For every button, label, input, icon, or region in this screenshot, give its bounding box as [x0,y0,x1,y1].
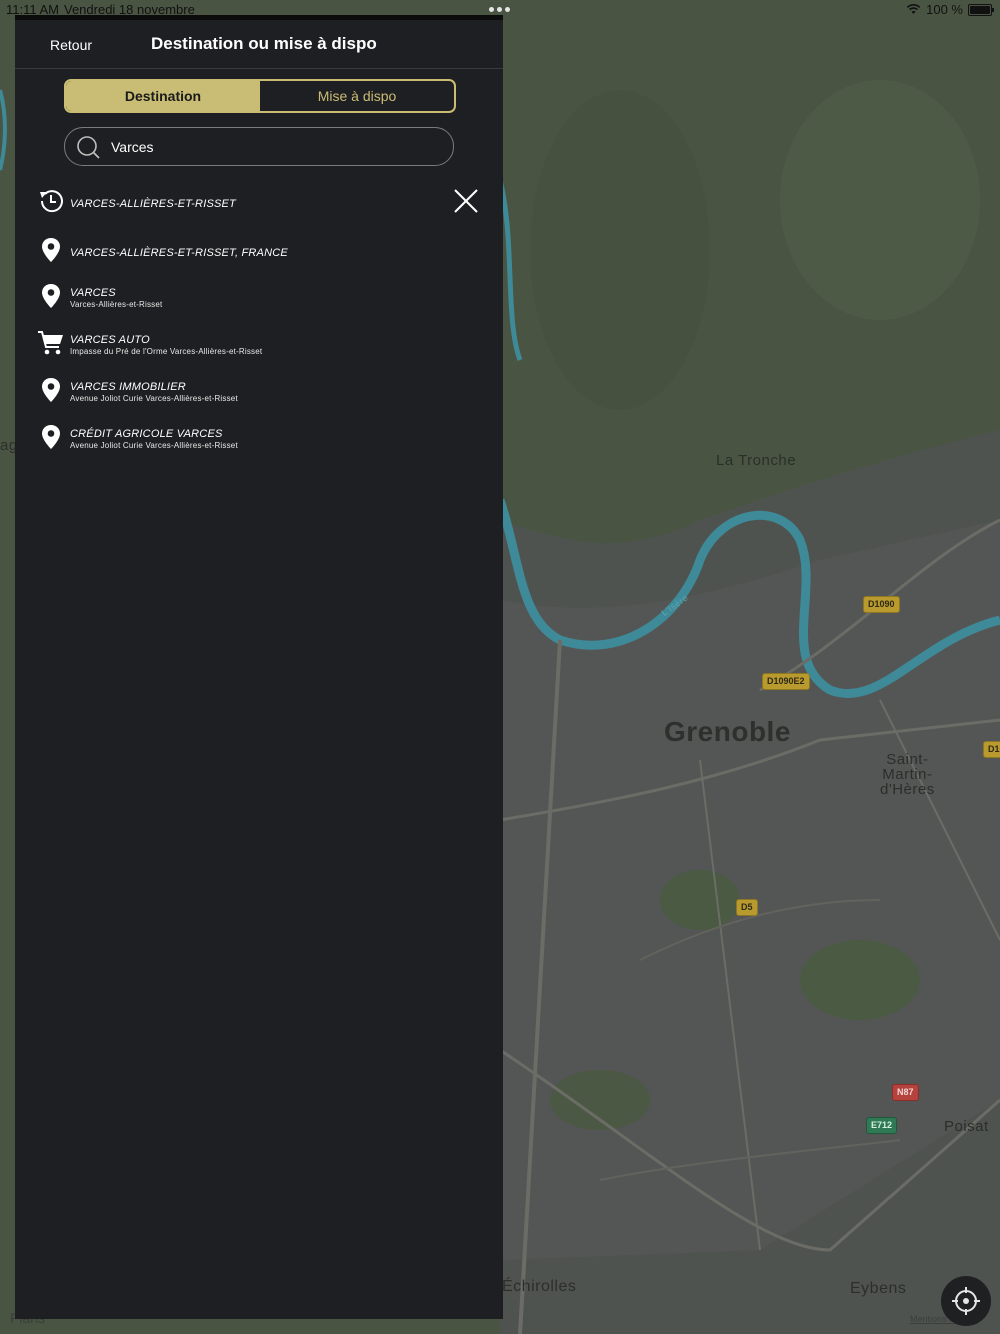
history-icon [40,190,63,213]
result-item[interactable]: CRÉDIT AGRICOLE VARCES Avenue Joliot Cur… [15,419,503,463]
search-box [64,127,454,166]
location-pin-icon [42,425,60,449]
search-input[interactable] [109,134,443,160]
result-title: VARCES AUTO [70,334,150,346]
panel-header: Retour Destination ou mise à dispo [15,20,503,69]
map-label-grenoble: Grenoble [664,716,791,747]
battery-percent: 100 % [926,2,963,17]
location-pin-icon [42,284,60,308]
location-pin-icon [42,238,60,262]
crosshair-icon [952,1287,980,1315]
result-title: VARCES-ALLIÈRES-ET-RISSET [70,198,236,210]
mode-segmented-control: Destination Mise à dispo [64,79,456,113]
locate-me-button[interactable] [941,1276,991,1326]
location-pin-icon [42,378,60,402]
result-subtitle: Avenue Joliot Curie Varces-Allières-et-R… [70,394,238,403]
tab-mise-a-dispo[interactable]: Mise à dispo [260,81,454,111]
result-subtitle: Impasse du Pré de l'Orme Varces-Allières… [70,347,263,356]
result-title: VARCES-ALLIÈRES-ET-RISSET, FRANCE [70,247,288,259]
result-item[interactable]: VARCES Varces-Allières-et-Risset [15,278,503,322]
status-indicators: 100 % [906,2,994,17]
result-subtitle: Avenue Joliot Curie Varces-Allières-et-R… [70,441,238,450]
road-badge-d1090e2: D1090E2 [762,673,810,690]
road-badge-d1090: D1090 [863,596,900,613]
result-item[interactable]: VARCES-ALLIÈRES-ET-RISSET, FRANCE [15,231,503,275]
back-button[interactable]: Retour [50,37,92,53]
result-subtitle: Varces-Allières-et-Risset [70,300,163,309]
multitasking-dots-icon[interactable] [489,7,510,12]
map-label-echirolles: Échirolles [502,1278,577,1295]
map-label-la-tronche: La Tronche [716,452,797,469]
map-label-saint-martin: Saint- Martin- d'Hères [880,751,935,798]
road-badge-d5: D5 [736,899,758,916]
destination-panel: Retour Destination ou mise à dispo Desti… [15,15,503,1319]
result-title: VARCES [70,287,116,299]
result-title: CRÉDIT AGRICOLE VARCES [70,428,223,440]
road-badge-e712: E712 [866,1117,898,1134]
battery-icon [968,3,994,16]
shopping-cart-icon [38,331,63,355]
map-label-eybens: Eybens [850,1280,907,1297]
wifi-icon [906,4,921,14]
tab-destination[interactable]: Destination [66,81,260,111]
road-badge-n87: N87 [892,1084,919,1101]
search-icon [77,136,100,159]
page-title: Destination ou mise à dispo [151,34,377,53]
result-item[interactable]: VARCES AUTO Impasse du Pré de l'Orme Var… [15,325,503,369]
map-label-poisat: Poisat [944,1118,989,1135]
result-item-history[interactable]: VARCES-ALLIÈRES-ET-RISSET [15,181,503,225]
result-title: VARCES IMMOBILIER [70,381,186,393]
result-item[interactable]: VARCES IMMOBILIER Avenue Joliot Curie Va… [15,372,503,416]
road-badge-d10: D10 [983,741,1000,758]
